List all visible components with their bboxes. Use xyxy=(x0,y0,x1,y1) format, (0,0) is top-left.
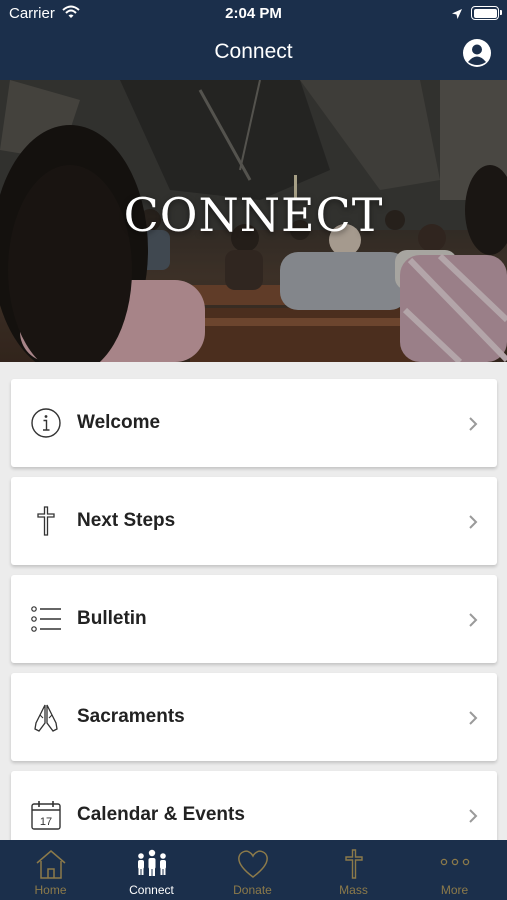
tab-connect[interactable]: Connect xyxy=(101,840,202,900)
navigation-bar: Connect xyxy=(0,28,507,80)
chevron-right-icon xyxy=(467,513,479,531)
battery-icon xyxy=(471,6,502,20)
menu-item-sacraments[interactable]: Sacraments xyxy=(11,673,497,761)
more-icon xyxy=(437,848,473,880)
praying-hands-icon xyxy=(30,701,62,733)
menu-item-calendar-events[interactable]: 17 Calendar & Events xyxy=(11,771,497,840)
clock: 2:04 PM xyxy=(225,5,282,22)
menu-item-label: Sacraments xyxy=(77,706,185,727)
tab-label: Mass xyxy=(339,883,368,897)
tab-label: Home xyxy=(34,883,67,897)
menu-item-bulletin[interactable]: Bulletin xyxy=(11,575,497,663)
calendar-day: 17 xyxy=(40,816,52,828)
menu-item-label: Next Steps xyxy=(77,510,176,531)
tab-label: Connect xyxy=(129,883,174,897)
info-icon xyxy=(30,407,62,439)
menu-item-welcome[interactable]: Welcome xyxy=(11,379,497,467)
cross-icon xyxy=(30,505,62,537)
tab-mass[interactable]: Mass xyxy=(303,840,404,900)
list-icon xyxy=(30,603,62,635)
hero-title: CONNECT xyxy=(123,188,384,242)
tab-bar: Home Connect Donate Mass More xyxy=(0,840,507,900)
tab-label: Donate xyxy=(233,883,272,897)
home-icon xyxy=(33,848,69,880)
tab-label: More xyxy=(440,883,469,897)
heart-icon xyxy=(235,848,271,880)
menu-item-label: Welcome xyxy=(77,412,161,433)
calendar-icon: 17 xyxy=(30,799,62,831)
status-bar: Carrier 2:04 PM xyxy=(0,0,507,28)
chevron-right-icon xyxy=(467,807,479,825)
user-icon xyxy=(463,39,491,67)
cross-icon xyxy=(336,848,372,880)
tab-home[interactable]: Home xyxy=(0,840,101,900)
people-icon xyxy=(134,848,170,880)
location-icon xyxy=(451,7,463,25)
chevron-right-icon xyxy=(467,611,479,629)
profile-button[interactable] xyxy=(462,38,492,68)
menu-item-label: Calendar & Events xyxy=(77,804,245,825)
hero-banner: CONNECT xyxy=(0,80,507,362)
menu-item-label: Bulletin xyxy=(77,608,147,629)
chevron-right-icon xyxy=(467,415,479,433)
page-title: Connect xyxy=(214,40,293,63)
tab-donate[interactable]: Donate xyxy=(202,840,303,900)
chevron-right-icon xyxy=(467,709,479,727)
menu-item-next-steps[interactable]: Next Steps xyxy=(11,477,497,565)
tab-more[interactable]: More xyxy=(404,840,505,900)
connect-menu-list: Welcome Next Steps Bulletin Sacraments 1… xyxy=(0,362,507,840)
